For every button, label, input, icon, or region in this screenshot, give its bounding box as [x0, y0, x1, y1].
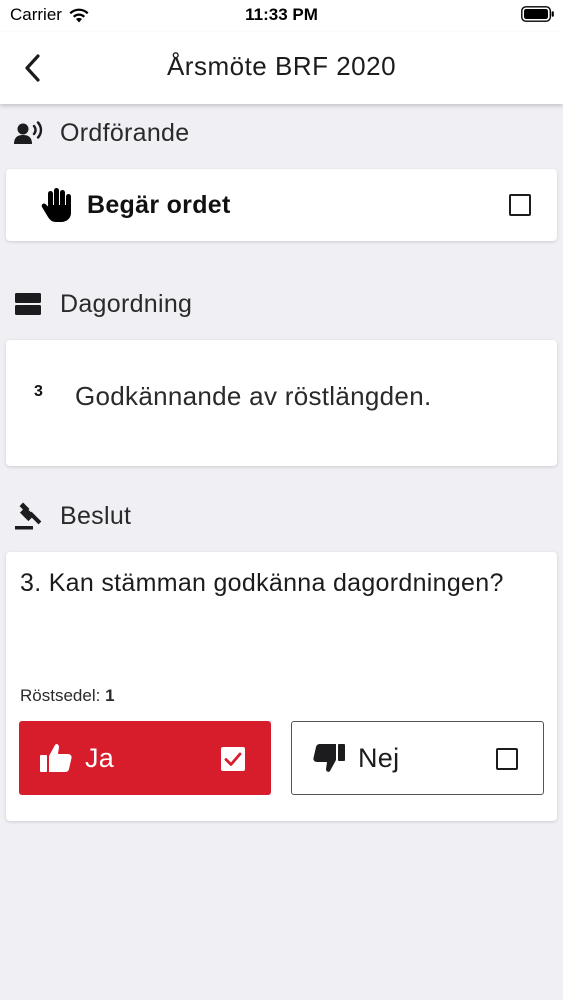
request-floor-card: Begär ordet [6, 169, 557, 241]
status-bar: Carrier 11:33 PM [0, 0, 563, 32]
vote-no-label: Nej [358, 742, 400, 773]
vote-yes-button[interactable]: Ja [19, 721, 271, 795]
navigation-bar: Årsmöte BRF 2020 [0, 32, 563, 104]
section-header-agenda: Dagordning [14, 284, 192, 324]
request-floor-toggle[interactable]: Begär ordet [6, 169, 557, 241]
status-time: 11:33 PM [245, 5, 318, 24]
vote-yes-label: Ja [85, 742, 115, 773]
battery-icon [521, 6, 554, 22]
agenda-card: 3 Godkännande av röstlängden. [6, 340, 557, 466]
agenda-list-icon [14, 290, 46, 318]
decision-question: 3. Kan stämman godkänna dagordningen? [20, 569, 504, 597]
agenda-item-number: 3 [34, 383, 43, 400]
decision-card: 3. Kan stämman godkänna dagordningen? Rö… [6, 552, 557, 821]
speaker-person-icon [14, 119, 46, 147]
ballot-info: Röstsedel: 1 [20, 686, 115, 706]
section-header-decision: Beslut [14, 496, 131, 536]
vote-no-checkbox[interactable] [496, 748, 518, 770]
raised-hand-icon [41, 188, 71, 222]
vote-yes-checkbox[interactable] [221, 747, 245, 771]
ballot-value: 1 [105, 686, 115, 705]
page-title: Årsmöte BRF 2020 [166, 51, 397, 81]
section-title-agenda: Dagordning [60, 289, 193, 318]
request-floor-label: Begär ordet [87, 190, 231, 219]
gavel-icon [14, 502, 46, 530]
agenda-item-text: Godkännande av röstlängden. [75, 381, 432, 411]
thumbs-up-icon [40, 744, 72, 772]
request-floor-checkbox[interactable] [509, 194, 531, 216]
section-title-decision: Beslut [60, 501, 132, 530]
ballot-label: Röstsedel: [20, 686, 101, 705]
section-header-chair: Ordförande [14, 113, 189, 153]
vote-no-button[interactable]: Nej [291, 721, 544, 795]
checkmark-icon [224, 752, 242, 766]
section-title-chair: Ordförande [60, 118, 190, 147]
thumbs-down-icon [313, 744, 345, 772]
